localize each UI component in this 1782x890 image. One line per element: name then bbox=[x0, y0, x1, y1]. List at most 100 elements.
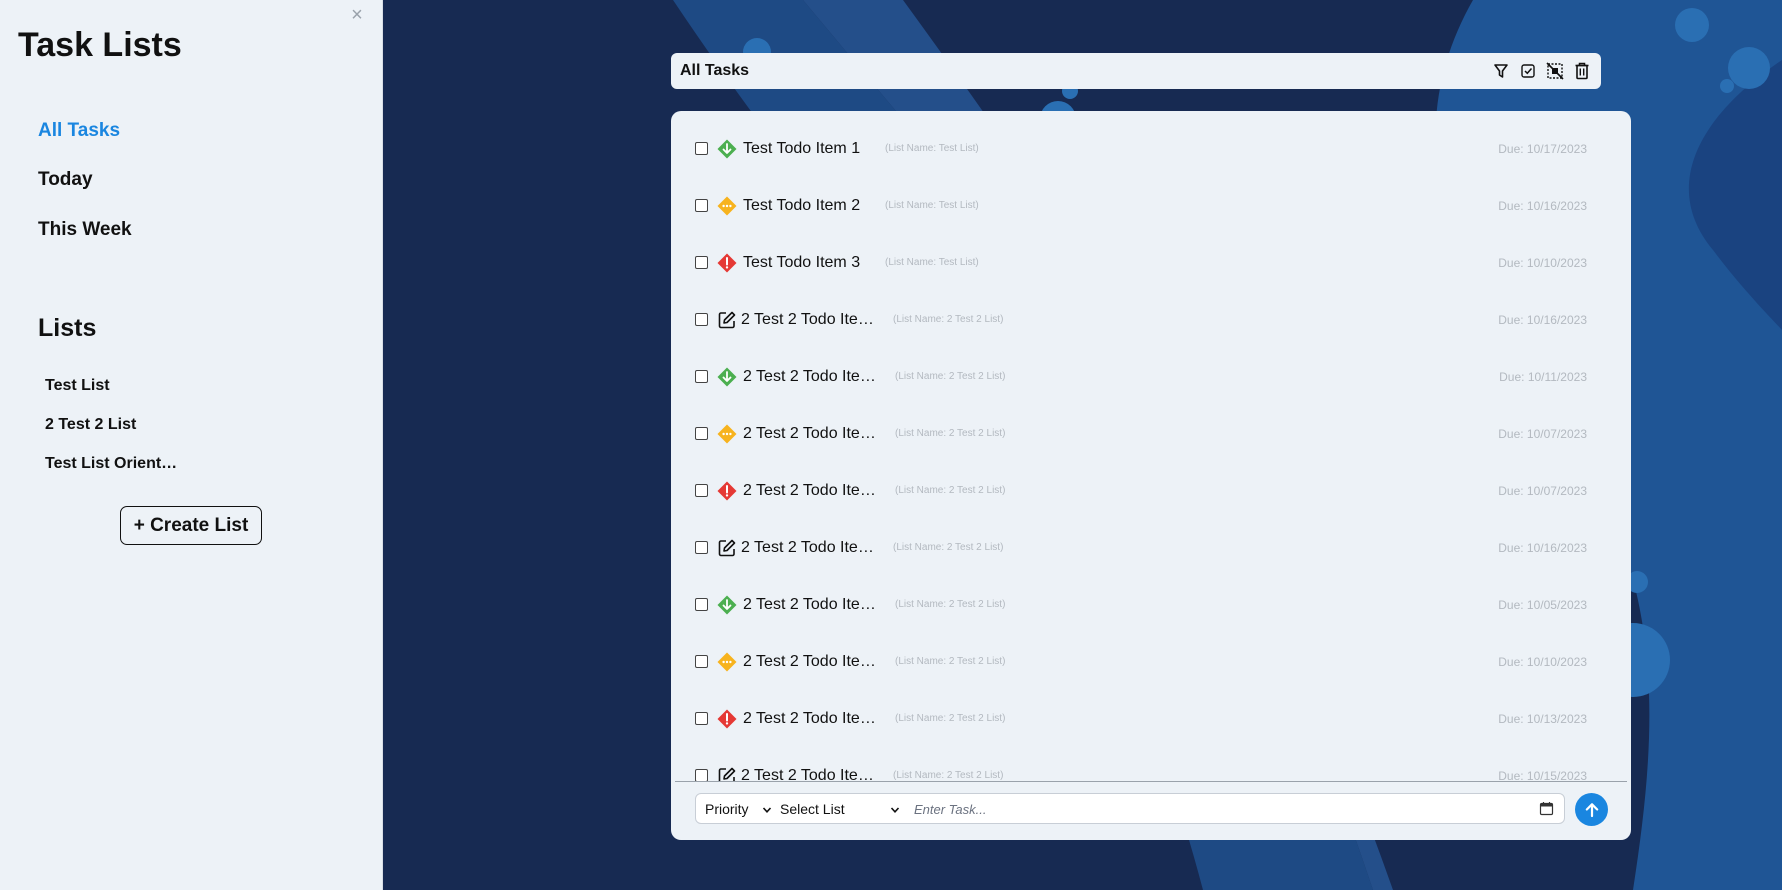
task-row[interactable]: 2 Test 2 Todo Ite… (List Name: 2 Test 2 L… bbox=[671, 348, 1631, 405]
task-list-name: (List Name: 2 Test 2 List) bbox=[893, 542, 1004, 553]
new-task-bar: Priority Select List bbox=[695, 793, 1565, 824]
task-name: Test Todo Item 2 bbox=[743, 196, 861, 214]
sidebar-title: Task Lists bbox=[18, 26, 182, 64]
task-checkbox[interactable] bbox=[695, 484, 708, 497]
task-checkbox[interactable] bbox=[695, 541, 708, 554]
create-list-button[interactable]: + Create List bbox=[120, 506, 262, 545]
list-select-value: Select List bbox=[780, 800, 845, 817]
task-panel: Test Todo Item 1 (List Name: Test List) Du… bbox=[671, 111, 1631, 840]
submit-task-button[interactable] bbox=[1575, 793, 1608, 826]
task-due-date: Due: 10/16/2023 bbox=[1498, 312, 1587, 327]
task-name: Test Todo Item 3 bbox=[743, 253, 861, 271]
task-row[interactable]: 2 Test 2 Todo Ite… (List Name: 2 Test 2 L… bbox=[671, 633, 1631, 690]
deselect-icon[interactable] bbox=[1545, 61, 1565, 81]
nav-item-all-tasks[interactable]: All Tasks bbox=[38, 120, 120, 142]
list-item-test-list[interactable]: Test List bbox=[45, 377, 110, 395]
page-title: All Tasks bbox=[680, 62, 750, 79]
task-checkbox[interactable] bbox=[695, 256, 708, 269]
task-name: 2 Test 2 Todo Ite… bbox=[743, 367, 876, 385]
priority-low-icon bbox=[717, 139, 737, 158]
task-name: 2 Test 2 Todo Ite… bbox=[743, 424, 876, 442]
task-checkbox[interactable] bbox=[695, 313, 708, 326]
task-due-date: Due: 10/07/2023 bbox=[1498, 426, 1587, 441]
list-item-test-list-orient[interactable]: Test List Orient… bbox=[45, 455, 177, 473]
task-row[interactable]: 2 Test 2 Todo Ite… (List Name: 2 Test 2 L… bbox=[671, 690, 1631, 747]
divider bbox=[675, 781, 1627, 782]
task-list-name: (List Name: 2 Test 2 List) bbox=[895, 485, 1006, 496]
task-row[interactable]: Test Todo Item 2 (List Name: Test List) Du… bbox=[671, 177, 1631, 234]
priority-medium-icon bbox=[717, 196, 737, 215]
priority-high-icon bbox=[717, 253, 737, 272]
task-list[interactable]: Test Todo Item 1 (List Name: Test List) Du… bbox=[671, 111, 1631, 781]
trash-icon[interactable] bbox=[1572, 61, 1592, 81]
priority-low-icon bbox=[717, 367, 737, 386]
task-name: 2 Test 2 Todo Ite… bbox=[741, 538, 874, 556]
task-checkbox[interactable] bbox=[695, 769, 708, 781]
nav-item-this-week[interactable]: This Week bbox=[38, 219, 132, 241]
task-name: 2 Test 2 Todo Ite… bbox=[743, 481, 876, 499]
sidebar: × Task Lists All Tasks Today This Week L… bbox=[0, 0, 383, 890]
arrow-up-icon bbox=[1585, 802, 1598, 817]
task-due-date: Due: 10/16/2023 bbox=[1498, 540, 1587, 555]
close-sidebar-button[interactable]: × bbox=[346, 4, 368, 26]
filter-icon[interactable] bbox=[1491, 61, 1511, 81]
task-checkbox[interactable] bbox=[695, 712, 708, 725]
task-due-date: Due: 10/16/2023 bbox=[1498, 198, 1587, 213]
task-input[interactable] bbox=[912, 798, 1532, 820]
task-list-name: (List Name: Test List) bbox=[885, 200, 979, 211]
task-due-date: Due: 10/07/2023 bbox=[1498, 483, 1587, 498]
task-checkbox[interactable] bbox=[695, 427, 708, 440]
priority-high-icon bbox=[717, 481, 737, 500]
list-item-2-test-2-list[interactable]: 2 Test 2 List bbox=[45, 416, 136, 434]
task-list-name: (List Name: 2 Test 2 List) bbox=[893, 314, 1004, 325]
task-name: 2 Test 2 Todo Ite… bbox=[743, 709, 876, 727]
main-area: All Tasks Test Todo Item 1 (List Name: Te… bbox=[383, 0, 1782, 890]
edit-icon bbox=[718, 311, 736, 328]
priority-select[interactable]: Priority bbox=[696, 794, 776, 823]
priority-medium-icon bbox=[717, 652, 737, 671]
task-list-name: (List Name: 2 Test 2 List) bbox=[895, 371, 1006, 382]
task-due-date: Due: 10/10/2023 bbox=[1498, 255, 1587, 270]
task-due-date: Due: 10/05/2023 bbox=[1498, 597, 1587, 612]
priority-select-value: Priority bbox=[705, 800, 749, 817]
lists-heading: Lists bbox=[38, 314, 97, 342]
list-select[interactable]: Select List bbox=[780, 794, 908, 823]
task-checkbox[interactable] bbox=[695, 655, 708, 668]
chevron-down-icon bbox=[762, 807, 772, 813]
checkbox-check-icon[interactable] bbox=[1518, 61, 1538, 81]
task-name: 2 Test 2 Todo Ite… bbox=[743, 652, 876, 670]
task-checkbox[interactable] bbox=[695, 142, 708, 155]
priority-medium-icon bbox=[717, 424, 737, 443]
task-name: 2 Test 2 Todo Ite… bbox=[741, 310, 874, 328]
chevron-down-icon bbox=[890, 807, 900, 813]
task-name: Test Todo Item 1 bbox=[743, 139, 861, 157]
task-row[interactable]: 2 Test 2 Todo Ite… (List Name: 2 Test 2 L… bbox=[671, 291, 1631, 348]
task-checkbox[interactable] bbox=[695, 370, 708, 383]
task-due-date: Due: 10/10/2023 bbox=[1498, 654, 1587, 669]
priority-high-icon bbox=[717, 709, 737, 728]
task-row[interactable]: 2 Test 2 Todo Ite… (List Name: 2 Test 2 L… bbox=[671, 462, 1631, 519]
task-due-date: Due: 10/13/2023 bbox=[1498, 711, 1587, 726]
task-row[interactable]: 2 Test 2 Todo Ite… (List Name: 2 Test 2 L… bbox=[671, 519, 1631, 576]
calendar-icon[interactable] bbox=[1539, 801, 1554, 816]
task-due-date: Due: 10/17/2023 bbox=[1498, 141, 1587, 156]
task-list-name: (List Name: Test List) bbox=[885, 143, 979, 154]
nav-item-today[interactable]: Today bbox=[38, 169, 93, 191]
task-list-name: (List Name: 2 Test 2 List) bbox=[895, 599, 1006, 610]
task-list-name: (List Name: 2 Test 2 List) bbox=[895, 428, 1006, 439]
task-checkbox[interactable] bbox=[695, 598, 708, 611]
task-list-name: (List Name: 2 Test 2 List) bbox=[895, 656, 1006, 667]
task-list-name: (List Name: 2 Test 2 List) bbox=[895, 713, 1006, 724]
task-name: 2 Test 2 Todo Ite… bbox=[741, 766, 874, 782]
header-bar: All Tasks bbox=[671, 53, 1601, 89]
task-row[interactable]: 2 Test 2 Todo Ite… (List Name: 2 Test 2 L… bbox=[671, 576, 1631, 633]
task-row[interactable]: Test Todo Item 3 (List Name: Test List) Du… bbox=[671, 234, 1631, 291]
edit-icon bbox=[718, 539, 736, 556]
priority-low-icon bbox=[717, 595, 737, 614]
task-list-name: (List Name: 2 Test 2 List) bbox=[893, 770, 1004, 781]
task-row[interactable]: 2 Test 2 Todo Ite… (List Name: 2 Test 2 L… bbox=[671, 747, 1631, 781]
task-row[interactable]: 2 Test 2 Todo Ite… (List Name: 2 Test 2 L… bbox=[671, 405, 1631, 462]
task-row[interactable]: Test Todo Item 1 (List Name: Test List) Du… bbox=[671, 120, 1631, 177]
task-checkbox[interactable] bbox=[695, 199, 708, 212]
task-due-date: Due: 10/11/2023 bbox=[1499, 369, 1587, 384]
